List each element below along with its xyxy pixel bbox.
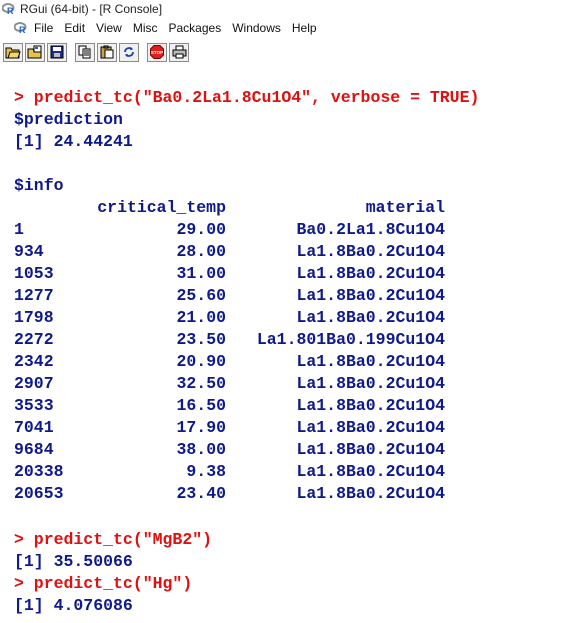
console-output[interactable]: > predict_tc("Ba0.2La1.8Cu1O4", verbose … <box>0 66 576 623</box>
menu-help[interactable]: Help <box>292 21 317 35</box>
info-label: $info <box>14 176 64 195</box>
save-workspace-icon <box>50 45 64 59</box>
menu-edit[interactable]: Edit <box>64 21 85 35</box>
svg-text:R: R <box>19 25 26 34</box>
paste-button[interactable] <box>97 42 117 62</box>
open-script-icon <box>5 47 21 59</box>
prediction-value: [1] 24.44241 <box>14 132 133 151</box>
r-logo-icon[interactable]: R <box>14 22 28 34</box>
menu-packages[interactable]: Packages <box>169 21 222 35</box>
command-line: > predict_tc("Hg") <box>14 574 193 593</box>
material-cell: La1.8Ba0.2Cu1O4 <box>296 484 445 503</box>
stop-label: STOP <box>151 50 163 55</box>
command-line: > predict_tc("Ba0.2La1.8Cu1O4", verbose … <box>14 88 480 107</box>
save-workspace-button[interactable] <box>47 42 67 62</box>
copy-button[interactable] <box>75 42 95 62</box>
stop-icon: STOP <box>150 45 164 59</box>
material-cell: La1.8Ba0.2Cu1O4 <box>296 242 445 261</box>
material-cell: La1.8Ba0.2Cu1O4 <box>296 418 445 437</box>
menu-file[interactable]: File <box>34 21 53 35</box>
material-cell: Ba0.2La1.8Cu1O4 <box>296 220 445 239</box>
material-cell: La1.8Ba0.2Cu1O4 <box>296 462 445 481</box>
paste-icon <box>100 45 114 59</box>
menu-view[interactable]: View <box>96 21 122 35</box>
open-script-button[interactable] <box>3 42 23 62</box>
output-line: [1] 4.076086 <box>14 596 133 615</box>
material-cell: La1.8Ba0.2Cu1O4 <box>296 374 445 393</box>
window-title: RGui (64-bit) - [R Console] <box>20 1 163 16</box>
print-icon <box>172 45 186 59</box>
menu-misc[interactable]: Misc <box>133 21 158 35</box>
menu-windows[interactable]: Windows <box>232 21 281 35</box>
toolbar: STOP <box>0 39 576 65</box>
load-workspace-icon <box>27 45 42 59</box>
copy-icon <box>78 45 91 59</box>
stop-button[interactable]: STOP <box>147 42 167 62</box>
prediction-label: $prediction <box>14 110 123 129</box>
r-logo-icon: R <box>2 2 15 15</box>
print-button[interactable] <box>169 42 189 62</box>
load-workspace-button[interactable] <box>25 42 45 62</box>
material-cell: La1.8Ba0.2Cu1O4 <box>296 308 445 327</box>
material-cell: La1.801Ba0.199Cu1O4 <box>256 330 445 349</box>
title-bar: R RGui (64-bit) - [R Console] <box>0 0 576 17</box>
material-cell: La1.8Ba0.2Cu1O4 <box>296 264 445 283</box>
menu-bar: R File Edit View Misc Packages Windows H… <box>0 17 576 39</box>
material-cell: La1.8Ba0.2Cu1O4 <box>296 286 445 305</box>
output-line: [1] 35.50066 <box>14 552 133 571</box>
material-cell: La1.8Ba0.2Cu1O4 <box>296 352 445 371</box>
command-line: > predict_tc("MgB2") <box>14 530 213 549</box>
refresh-icon <box>124 47 134 57</box>
column-header-material: material <box>365 198 445 217</box>
svg-text:R: R <box>7 6 14 15</box>
copy-paste-button[interactable] <box>119 42 139 62</box>
material-cell: La1.8Ba0.2Cu1O4 <box>296 396 445 415</box>
material-cell: La1.8Ba0.2Cu1O4 <box>296 440 445 459</box>
